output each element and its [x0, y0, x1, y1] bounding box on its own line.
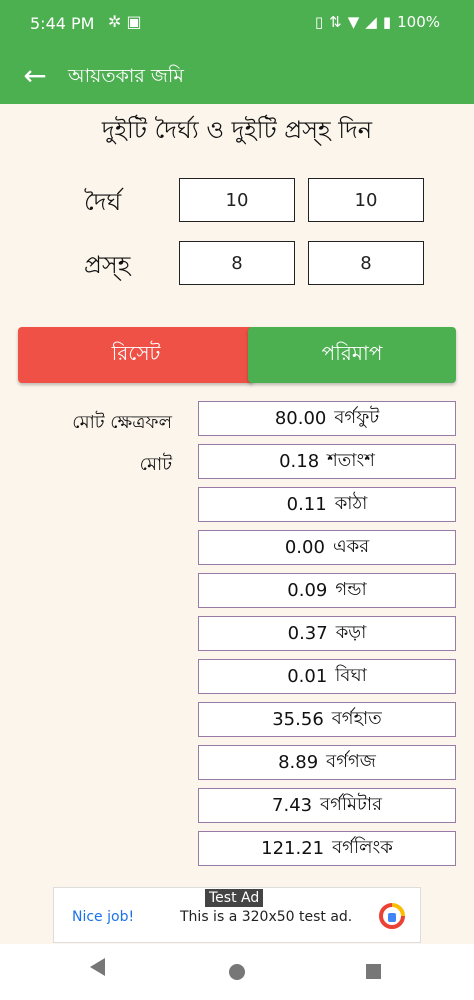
result-box: 80.00 বর্গফুট: [198, 401, 456, 436]
result-box: 0.01 বিঘা: [198, 659, 456, 694]
result-value: 7.43: [272, 795, 313, 816]
length-label: দৈর্ঘ: [84, 188, 122, 216]
status-time: 5:44 PM: [30, 14, 95, 33]
result-box: 0.11 কাঠা: [198, 487, 456, 522]
wifi-icon: ▼: [347, 13, 360, 31]
result-value: 0.37: [287, 623, 328, 644]
length-input-2[interactable]: [308, 178, 424, 222]
result-unit: কড়া: [335, 622, 367, 643]
settings-icon: ✲: [108, 12, 122, 31]
result-box: 8.89 বর্গগজ: [198, 745, 456, 780]
result-value: 0.00: [284, 537, 325, 558]
total-label: মোট: [139, 454, 172, 475]
ad-body-text: This is a 320x50 test ad.: [180, 909, 353, 925]
width-input-2[interactable]: [308, 241, 424, 285]
nfc-icon: ▯: [314, 13, 324, 31]
result-unit: কাঠা: [334, 493, 368, 514]
signal-icon: ◢: [365, 13, 377, 31]
ad-logo-icon: [379, 903, 405, 929]
notification-icon: ▣: [126, 12, 142, 31]
arrow-left-icon: ←: [23, 58, 47, 92]
ad-tag: Test Ad: [205, 889, 264, 907]
result-box: 0.00 একর: [198, 530, 456, 565]
nav-back-icon[interactable]: [90, 958, 105, 976]
result-value: 0.18: [279, 451, 320, 472]
result-value: 35.56: [272, 709, 324, 730]
nav-recents-icon[interactable]: [366, 964, 381, 979]
result-unit: একর: [332, 536, 370, 557]
width-input-1[interactable]: [179, 241, 295, 285]
result-unit: বর্গলিংক: [332, 837, 393, 858]
result-box: 0.18 শতাংশ: [198, 444, 456, 479]
result-unit: বিঘা: [335, 665, 367, 686]
battery-icon: ▮: [382, 13, 392, 31]
result-box: 121.21 বর্গলিংক: [198, 831, 456, 866]
measure-button[interactable]: পরিমাপ: [248, 327, 456, 383]
result-unit: বর্গগজ: [326, 751, 376, 772]
result-box: 35.56 বর্গহাত: [198, 702, 456, 737]
result-box: 0.09 গন্ডা: [198, 573, 456, 608]
ad-nice-text: Nice job!: [72, 909, 135, 925]
result-value: 8.89: [278, 752, 319, 773]
battery-percent: 100%: [397, 13, 440, 31]
result-unit: বর্গহাত: [331, 708, 382, 729]
length-input-1[interactable]: [179, 178, 295, 222]
result-value: 0.09: [287, 580, 328, 601]
instruction-heading: দুইটি দৈর্ঘ্য ও দুইটি প্রস্হ দিন: [101, 116, 373, 144]
nav-home-icon[interactable]: [229, 964, 245, 980]
data-arrows-icon: ⇅: [329, 13, 342, 31]
reset-button[interactable]: রিসেট: [18, 327, 254, 383]
status-bar: 5:44 PM ✲ ▣ ▯ ⇅ ▼ ◢ ▮ 100%: [0, 0, 474, 46]
result-unit: বর্গফুট: [334, 407, 380, 428]
result-box: 0.37 কড়া: [198, 616, 456, 651]
result-value: 121.21: [261, 838, 325, 859]
app-bar: ← আয়তকার জমি: [0, 46, 474, 104]
app-title: আয়তকার জমি: [68, 65, 184, 87]
width-label: প্রস্হ: [84, 251, 131, 279]
result-box: 7.43 বর্গমিটার: [198, 788, 456, 823]
result-unit: বর্গমিটার: [320, 794, 382, 815]
total-area-label: মোট ক্ষেত্রফল: [72, 412, 172, 433]
result-unit: শতাংশ: [327, 450, 375, 471]
result-unit: গন্ডা: [335, 579, 367, 600]
result-value: 0.11: [286, 494, 327, 515]
result-value: 0.01: [287, 666, 328, 687]
result-value: 80.00: [274, 408, 327, 429]
back-button[interactable]: ←: [16, 56, 54, 94]
